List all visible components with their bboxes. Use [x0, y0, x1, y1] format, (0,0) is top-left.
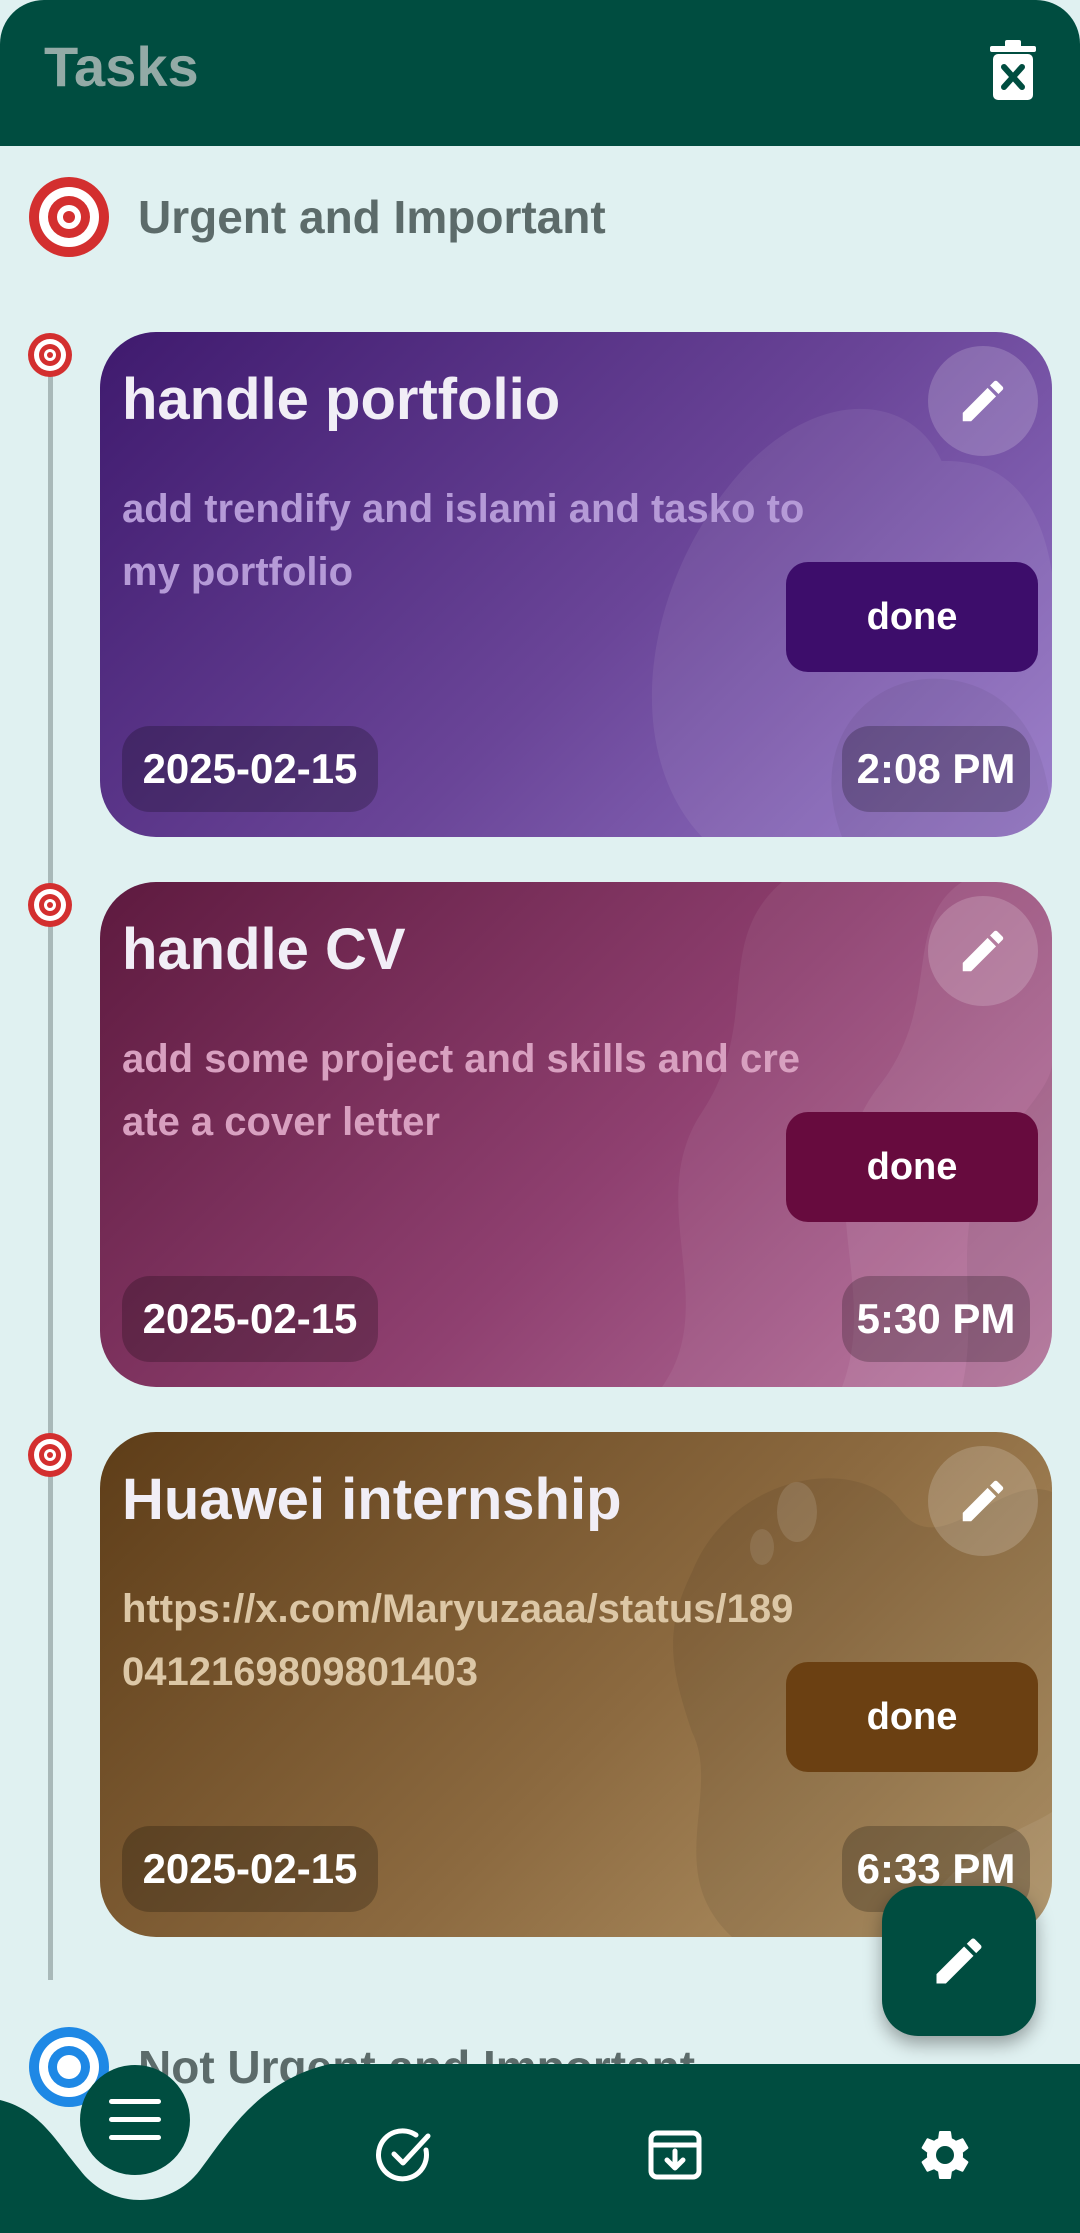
check-circle-icon: [376, 2128, 431, 2182]
section-header-urgent-important: Urgent and Important: [26, 172, 606, 262]
task-title: handle portfolio: [122, 367, 561, 432]
nav-archive-button[interactable]: [640, 2120, 710, 2190]
nav-menu-button[interactable]: [80, 2065, 190, 2175]
target-icon: [29, 177, 109, 257]
timeline-target-icon: [28, 1433, 72, 1477]
section-label: Urgent and Important: [138, 191, 606, 243]
archive-icon: [648, 2130, 702, 2180]
timeline-target-icon: [28, 333, 72, 377]
task-date: 2025-02-15: [122, 726, 378, 812]
task-time: 5:30 PM: [842, 1276, 1030, 1362]
task-card[interactable]: handle portfolio add trendify and islami…: [100, 332, 1052, 837]
delete-sweep-icon[interactable]: [988, 38, 1038, 102]
task-title: handle CV: [122, 917, 406, 982]
pencil-icon: [962, 380, 1004, 422]
pencil-icon: [962, 1480, 1004, 1522]
edit-task-button[interactable]: [928, 346, 1038, 456]
edit-task-button[interactable]: [928, 1446, 1038, 1556]
nav-settings-button[interactable]: [910, 2120, 980, 2190]
pencil-icon: [962, 930, 1004, 972]
timeline-target-icon: [28, 883, 72, 927]
edit-icon: [936, 1938, 982, 1984]
task-description: https://x.com/Maryuzaaa/status/189041216…: [122, 1587, 794, 1694]
task-date: 2025-02-15: [122, 1276, 378, 1362]
settings-icon: [921, 2131, 969, 2179]
edit-task-button[interactable]: [928, 896, 1038, 1006]
task-description: add some project and skills and create a…: [122, 1037, 801, 1144]
task-time: 2:08 PM: [842, 726, 1030, 812]
task-title: Huawei internship: [122, 1467, 622, 1532]
task-card[interactable]: handle CV add some project and skills an…: [100, 882, 1052, 1387]
task-date: 2025-02-15: [122, 1826, 378, 1912]
nav-done-tasks-button[interactable]: [370, 2120, 440, 2190]
add-task-button[interactable]: [882, 1886, 1036, 2036]
task-description: add trendify and islami and tasko to my …: [122, 487, 805, 594]
task-card[interactable]: Huawei internship https://x.com/Maryuzaa…: [100, 1432, 1052, 1937]
done-button[interactable]: done: [786, 562, 1038, 672]
done-button[interactable]: done: [786, 1662, 1038, 1772]
app-bar: Tasks: [0, 0, 1080, 146]
done-button[interactable]: done: [786, 1112, 1038, 1222]
menu-icon: [109, 2099, 161, 2140]
page-title: Tasks: [44, 35, 199, 98]
timeline-line: [48, 340, 53, 1980]
